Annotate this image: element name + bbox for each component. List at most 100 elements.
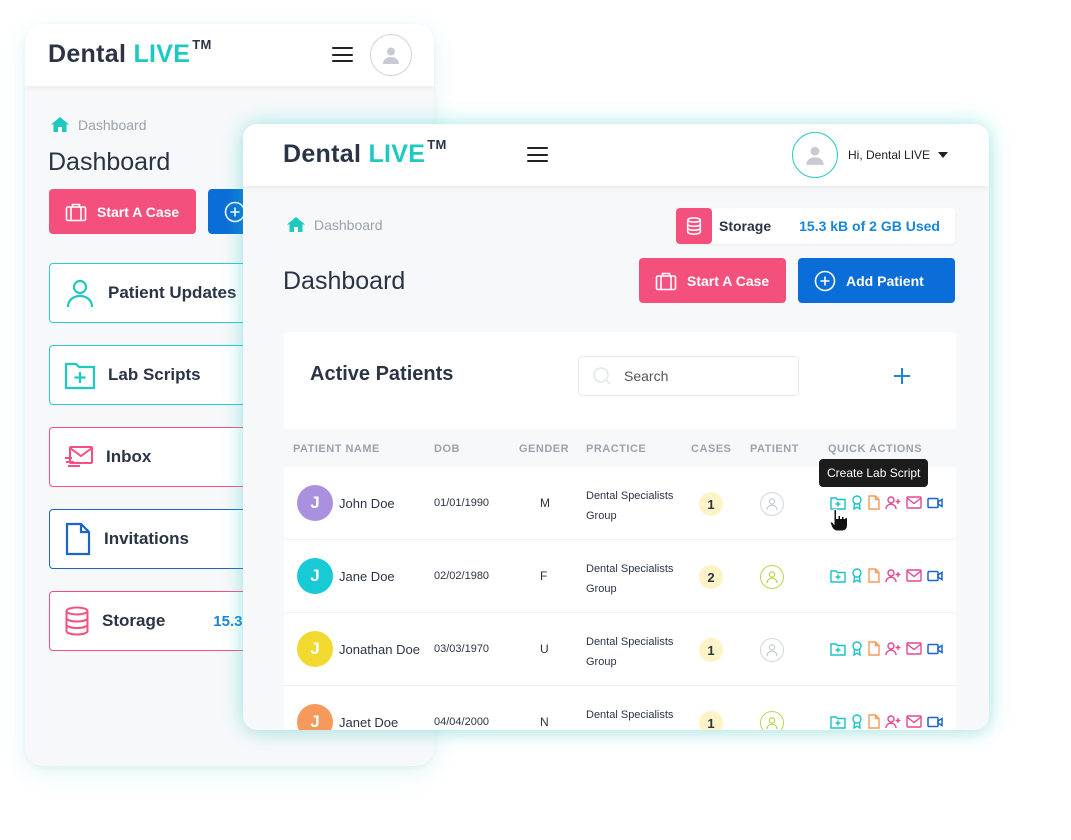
quick-actions xyxy=(830,714,943,729)
storage-value: 15.3 xyxy=(213,612,243,630)
database-icon xyxy=(65,606,89,636)
video-icon[interactable] xyxy=(927,497,943,509)
patient-status-icon[interactable] xyxy=(760,638,784,662)
mobile-header: Dental LIVE TM xyxy=(25,24,434,86)
patient-name[interactable]: Jonathan Doe xyxy=(339,642,420,657)
lab-script-icon[interactable] xyxy=(830,569,846,583)
column-header[interactable]: PRACTICE xyxy=(586,443,646,455)
add-patient-button[interactable]: Add Patient xyxy=(798,258,955,303)
patient-avatar[interactable]: J xyxy=(297,631,333,667)
cases-count-badge[interactable]: 1 xyxy=(699,711,723,730)
award-icon[interactable] xyxy=(851,641,863,656)
lab-script-icon[interactable] xyxy=(830,715,846,729)
breadcrumb-current[interactable]: Dashboard xyxy=(78,117,147,133)
home-icon[interactable] xyxy=(286,216,306,233)
user-silhouette-icon xyxy=(383,47,399,64)
award-icon[interactable] xyxy=(851,714,863,729)
video-icon[interactable] xyxy=(927,570,943,582)
file-icon[interactable] xyxy=(868,495,880,510)
user-menu-dropdown[interactable]: Hi, Dental LIVE xyxy=(848,148,949,162)
patient-status-icon[interactable] xyxy=(760,565,784,589)
table-row[interactable]: J Janet Doe 04/04/2000 N Dental SpecialistsG… xyxy=(284,686,956,730)
inbox-icon xyxy=(65,446,93,467)
page-title: Dashboard xyxy=(283,267,406,295)
patient-practice: Dental SpecialistsGroup xyxy=(586,490,674,522)
column-header[interactable]: CASES xyxy=(691,443,731,455)
tooltip: Create Lab Script xyxy=(819,459,929,487)
patient-avatar[interactable]: J xyxy=(297,558,333,594)
patient-gender: F xyxy=(540,569,548,583)
column-header[interactable]: DOB xyxy=(434,443,460,455)
patient-name[interactable]: Jane Doe xyxy=(339,569,395,584)
nav-card-label: Inbox xyxy=(106,447,152,466)
profile-avatar[interactable] xyxy=(370,34,412,76)
start-case-button[interactable]: Start A Case xyxy=(639,258,786,303)
storage-usage: 15.3 kB of 2 GB Used xyxy=(799,218,940,234)
desktop-header: Dental LIVE TM Hi, Dental LIVE xyxy=(243,124,989,186)
file-icon[interactable] xyxy=(868,568,880,583)
file-icon[interactable] xyxy=(868,714,880,729)
patient-gender: M xyxy=(540,496,550,510)
add-user-icon[interactable] xyxy=(885,714,901,729)
hand-cursor-icon xyxy=(829,509,848,532)
patient-dob: 04/04/2000 xyxy=(434,716,490,728)
home-icon[interactable] xyxy=(50,116,70,133)
cases-count-badge[interactable]: 2 xyxy=(699,565,723,589)
nav-card-label: Patient Updates xyxy=(108,283,237,302)
user-greeting: Hi, Dental LIVE xyxy=(848,148,931,162)
menu-icon[interactable] xyxy=(527,147,548,162)
patient-avatar[interactable]: J xyxy=(297,485,333,521)
video-icon[interactable] xyxy=(927,716,943,728)
breadcrumb-current[interactable]: Dashboard xyxy=(314,217,383,233)
storage-indicator[interactable]: Storage 15.3 kB of 2 GB Used xyxy=(676,208,955,244)
briefcase-icon xyxy=(65,203,87,221)
award-icon[interactable] xyxy=(851,495,863,510)
cases-count-badge[interactable]: 1 xyxy=(699,638,723,662)
patient-name[interactable]: Janet Doe xyxy=(339,715,398,730)
table-row[interactable]: J Jonathan Doe 03/03/1970 U Dental Specialis… xyxy=(284,613,956,686)
nav-card-label: Lab Scripts xyxy=(108,365,201,384)
patient-gender: U xyxy=(540,642,549,656)
patient-avatar[interactable]: J xyxy=(297,704,333,730)
caret-down-icon xyxy=(938,152,949,158)
profile-avatar[interactable] xyxy=(792,132,838,178)
patient-practice: Dental SpecialistsGroup xyxy=(586,709,674,730)
add-icon[interactable] xyxy=(890,364,914,388)
mail-icon[interactable] xyxy=(906,642,922,655)
active-patients-panel: Active Patients Search PATIENT NAME DOB … xyxy=(284,332,956,730)
table-row[interactable]: J Jane Doe 02/02/1980 F Dental Specialists Gr… xyxy=(284,540,956,613)
search-input[interactable]: Search xyxy=(578,356,799,396)
column-header[interactable]: GENDER xyxy=(519,443,569,455)
add-user-icon[interactable] xyxy=(885,495,901,510)
column-header[interactable]: QUICK ACTIONS xyxy=(828,443,922,455)
patient-practice: Dental SpecialistsGroup xyxy=(586,636,674,668)
menu-icon[interactable] xyxy=(332,47,353,62)
lab-script-icon[interactable] xyxy=(830,642,846,656)
add-user-icon[interactable] xyxy=(885,641,901,656)
folder-plus-icon xyxy=(64,362,96,390)
brand-logo[interactable]: Dental LIVE TM xyxy=(283,137,447,169)
briefcase-icon xyxy=(655,272,677,290)
mail-icon[interactable] xyxy=(906,569,922,582)
mail-icon[interactable] xyxy=(906,496,922,509)
patient-practice: Dental SpecialistsGroup xyxy=(586,563,674,595)
cases-count-badge[interactable]: 1 xyxy=(699,492,723,516)
user-silhouette-icon xyxy=(806,146,824,165)
patient-name[interactable]: John Doe xyxy=(339,496,395,511)
patient-dob: 02/02/1980 xyxy=(434,570,490,582)
video-icon[interactable] xyxy=(927,643,943,655)
patient-status-icon[interactable] xyxy=(760,711,784,730)
column-header[interactable]: PATIENT NAME xyxy=(293,443,380,455)
page-title: Dashboard xyxy=(48,148,171,176)
file-icon[interactable] xyxy=(868,641,880,656)
breadcrumb: Dashboard xyxy=(50,116,147,133)
add-user-icon[interactable] xyxy=(885,568,901,583)
mail-icon[interactable] xyxy=(906,715,922,728)
brand-logo[interactable]: Dental LIVE TM xyxy=(48,37,212,69)
column-header[interactable]: PATIENT xyxy=(750,443,799,455)
quick-actions xyxy=(830,568,943,583)
patient-status-icon[interactable] xyxy=(760,492,784,516)
patient-dob: 03/03/1970 xyxy=(434,643,490,655)
award-icon[interactable] xyxy=(851,568,863,583)
start-case-button[interactable]: Start A Case xyxy=(49,189,196,234)
